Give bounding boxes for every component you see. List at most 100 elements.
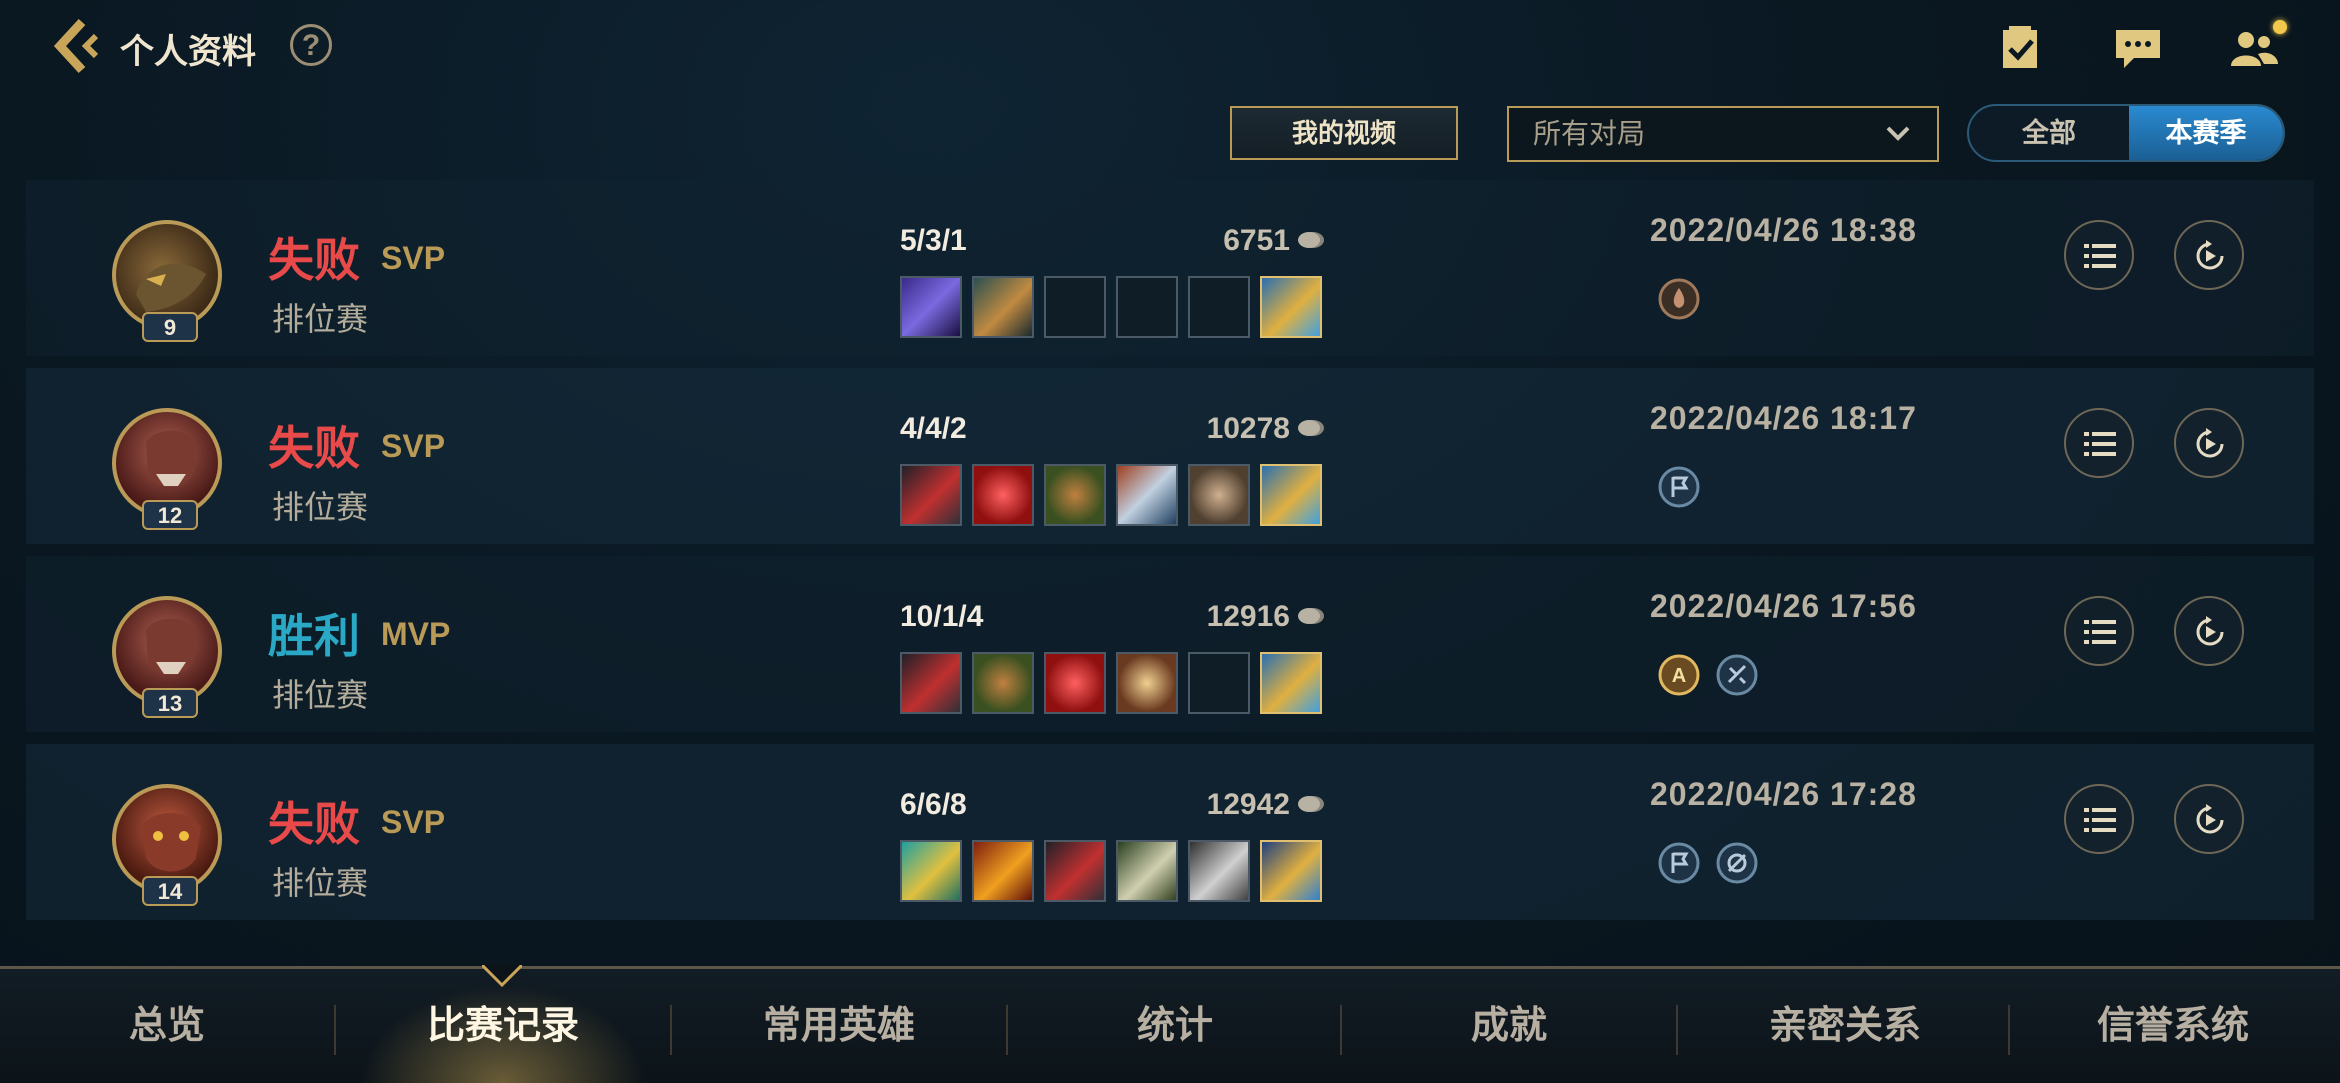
- match-details-button[interactable]: [2064, 596, 2134, 666]
- item-slot[interactable]: [1188, 840, 1250, 902]
- list-icon: [2084, 808, 2116, 832]
- gold-value: 12942: [1206, 788, 1290, 821]
- item-slot[interactable]: [900, 276, 962, 338]
- item-slot[interactable]: [1116, 464, 1178, 526]
- replay-button[interactable]: [2174, 784, 2244, 854]
- replay-icon: [2196, 428, 2224, 458]
- tab-achievements[interactable]: 成就: [1342, 969, 1676, 1083]
- item-slot[interactable]: [900, 464, 962, 526]
- gold-earned: 6751: [1116, 224, 1326, 259]
- trinket-slot[interactable]: [1260, 652, 1322, 714]
- list-icon: [2084, 620, 2116, 644]
- tab-relationships[interactable]: 亲密关系: [1678, 969, 2012, 1083]
- item-slot[interactable]: [972, 464, 1034, 526]
- champion-level: 14: [142, 876, 198, 906]
- kda: 4/4/2: [900, 412, 967, 445]
- item-slot[interactable]: [1188, 464, 1250, 526]
- friends-icon: [2231, 32, 2278, 66]
- tab-statistics[interactable]: 统计: [1008, 969, 1342, 1083]
- match-result: 失败: [268, 798, 360, 850]
- kda: 5/3/1: [900, 224, 967, 257]
- tab-common-champions[interactable]: 常用英雄: [672, 969, 1006, 1083]
- item-slot[interactable]: [1044, 652, 1106, 714]
- match-row[interactable]: 14 失败 SVP 排位赛 6/6/8 12942 2022/04/26 17:…: [26, 744, 2314, 920]
- medal-icon: [1658, 278, 1700, 320]
- match-details-button[interactable]: [2064, 408, 2134, 478]
- match-time: 2022/04/26 18:17: [1650, 400, 1917, 436]
- tab-honor-system[interactable]: 信誉系统: [2006, 969, 2340, 1083]
- performance-tag: SVP: [381, 804, 446, 840]
- replay-icon: [2196, 804, 2224, 834]
- tab-overview[interactable]: 总览: [0, 969, 334, 1083]
- toggle-this-season[interactable]: 本赛季: [2129, 106, 2283, 160]
- back-button[interactable]: [52, 18, 104, 74]
- item-slot[interactable]: [900, 652, 962, 714]
- item-slot-empty: [1116, 276, 1178, 338]
- item-slot[interactable]: [1116, 840, 1178, 902]
- item-slot[interactable]: [972, 652, 1034, 714]
- toggle-all[interactable]: 全部: [1969, 106, 2129, 160]
- item-slot[interactable]: [1116, 652, 1178, 714]
- replay-button[interactable]: [2174, 220, 2244, 290]
- match-result: 失败: [268, 422, 360, 474]
- item-slot[interactable]: [1044, 840, 1106, 902]
- champion-level: 12: [142, 500, 198, 530]
- match-time: 2022/04/26 17:28: [1650, 776, 1917, 812]
- match-row[interactable]: 12 失败 SVP 排位赛 4/4/2 10278 2022/04/26 18:…: [26, 368, 2314, 544]
- blue-medal-icon: [1716, 654, 1758, 696]
- checklist-button[interactable]: [1995, 22, 2047, 74]
- gold-a-medal-icon: A: [1658, 654, 1700, 696]
- game-mode: 排位赛: [272, 489, 369, 525]
- trinket-slot[interactable]: [1260, 840, 1322, 902]
- trinket-slot[interactable]: [1260, 276, 1322, 338]
- match-result: 失败: [268, 234, 360, 286]
- top-bar: 个人资料 ?: [0, 0, 2340, 95]
- match-time: 2022/04/26 18:38: [1650, 212, 1917, 248]
- list-icon: [2084, 432, 2116, 456]
- coin-icon: [1296, 789, 1326, 823]
- blue-medal-icon: [1716, 842, 1758, 884]
- gold-value: 6751: [1223, 224, 1290, 257]
- match-time: 2022/04/26 17:56: [1650, 588, 1917, 624]
- gold-earned: 12942: [1116, 788, 1326, 823]
- replay-button[interactable]: [2174, 596, 2244, 666]
- item-slot-empty: [1188, 652, 1250, 714]
- tab-match-history[interactable]: 比赛记录: [336, 969, 670, 1083]
- flag-medal-icon: [1658, 842, 1700, 884]
- item-slot[interactable]: [972, 840, 1034, 902]
- coin-icon: [1296, 601, 1326, 635]
- replay-icon: [2196, 240, 2224, 270]
- performance-tag: SVP: [381, 428, 446, 464]
- replay-icon: [2196, 616, 2224, 646]
- match-type-select[interactable]: 所有对局: [1507, 106, 1939, 162]
- checklist-icon: [2003, 26, 2037, 68]
- chat-button[interactable]: [2112, 22, 2164, 74]
- coin-icon: [1296, 413, 1326, 447]
- champion-avatar: 12: [112, 408, 228, 534]
- item-slot[interactable]: [1044, 464, 1106, 526]
- notification-dot: [2273, 20, 2287, 34]
- svg-text:A: A: [1672, 665, 1686, 687]
- match-details-button[interactable]: [2064, 784, 2134, 854]
- item-slot[interactable]: [900, 840, 962, 902]
- kda: 6/6/8: [900, 788, 967, 821]
- list-icon: [2084, 244, 2116, 268]
- help-button[interactable]: ?: [290, 24, 332, 66]
- performance-tag: SVP: [381, 240, 446, 276]
- chat-icon: [2116, 30, 2160, 68]
- gold-value: 12916: [1206, 600, 1290, 633]
- match-details-button[interactable]: [2064, 220, 2134, 290]
- friends-button[interactable]: [2228, 22, 2280, 74]
- match-row[interactable]: 13 胜利 MVP 排位赛 10/1/4 12916 2022/04/26 17…: [26, 556, 2314, 732]
- item-slot[interactable]: [972, 276, 1034, 338]
- flag-medal-icon: [1658, 466, 1700, 508]
- gold-earned: 10278: [1116, 412, 1326, 447]
- trinket-slot[interactable]: [1260, 464, 1322, 526]
- kda: 10/1/4: [900, 600, 984, 633]
- chevron-down-icon: [1886, 126, 1910, 141]
- page-title: 个人资料: [120, 33, 256, 71]
- replay-button[interactable]: [2174, 408, 2244, 478]
- match-row[interactable]: 9 失败 SVP 排位赛 5/3/1 6751 2022/04/26 18:38: [26, 180, 2314, 356]
- back-arrow-icon: [53, 18, 99, 74]
- my-videos-button[interactable]: 我的视频: [1230, 106, 1458, 160]
